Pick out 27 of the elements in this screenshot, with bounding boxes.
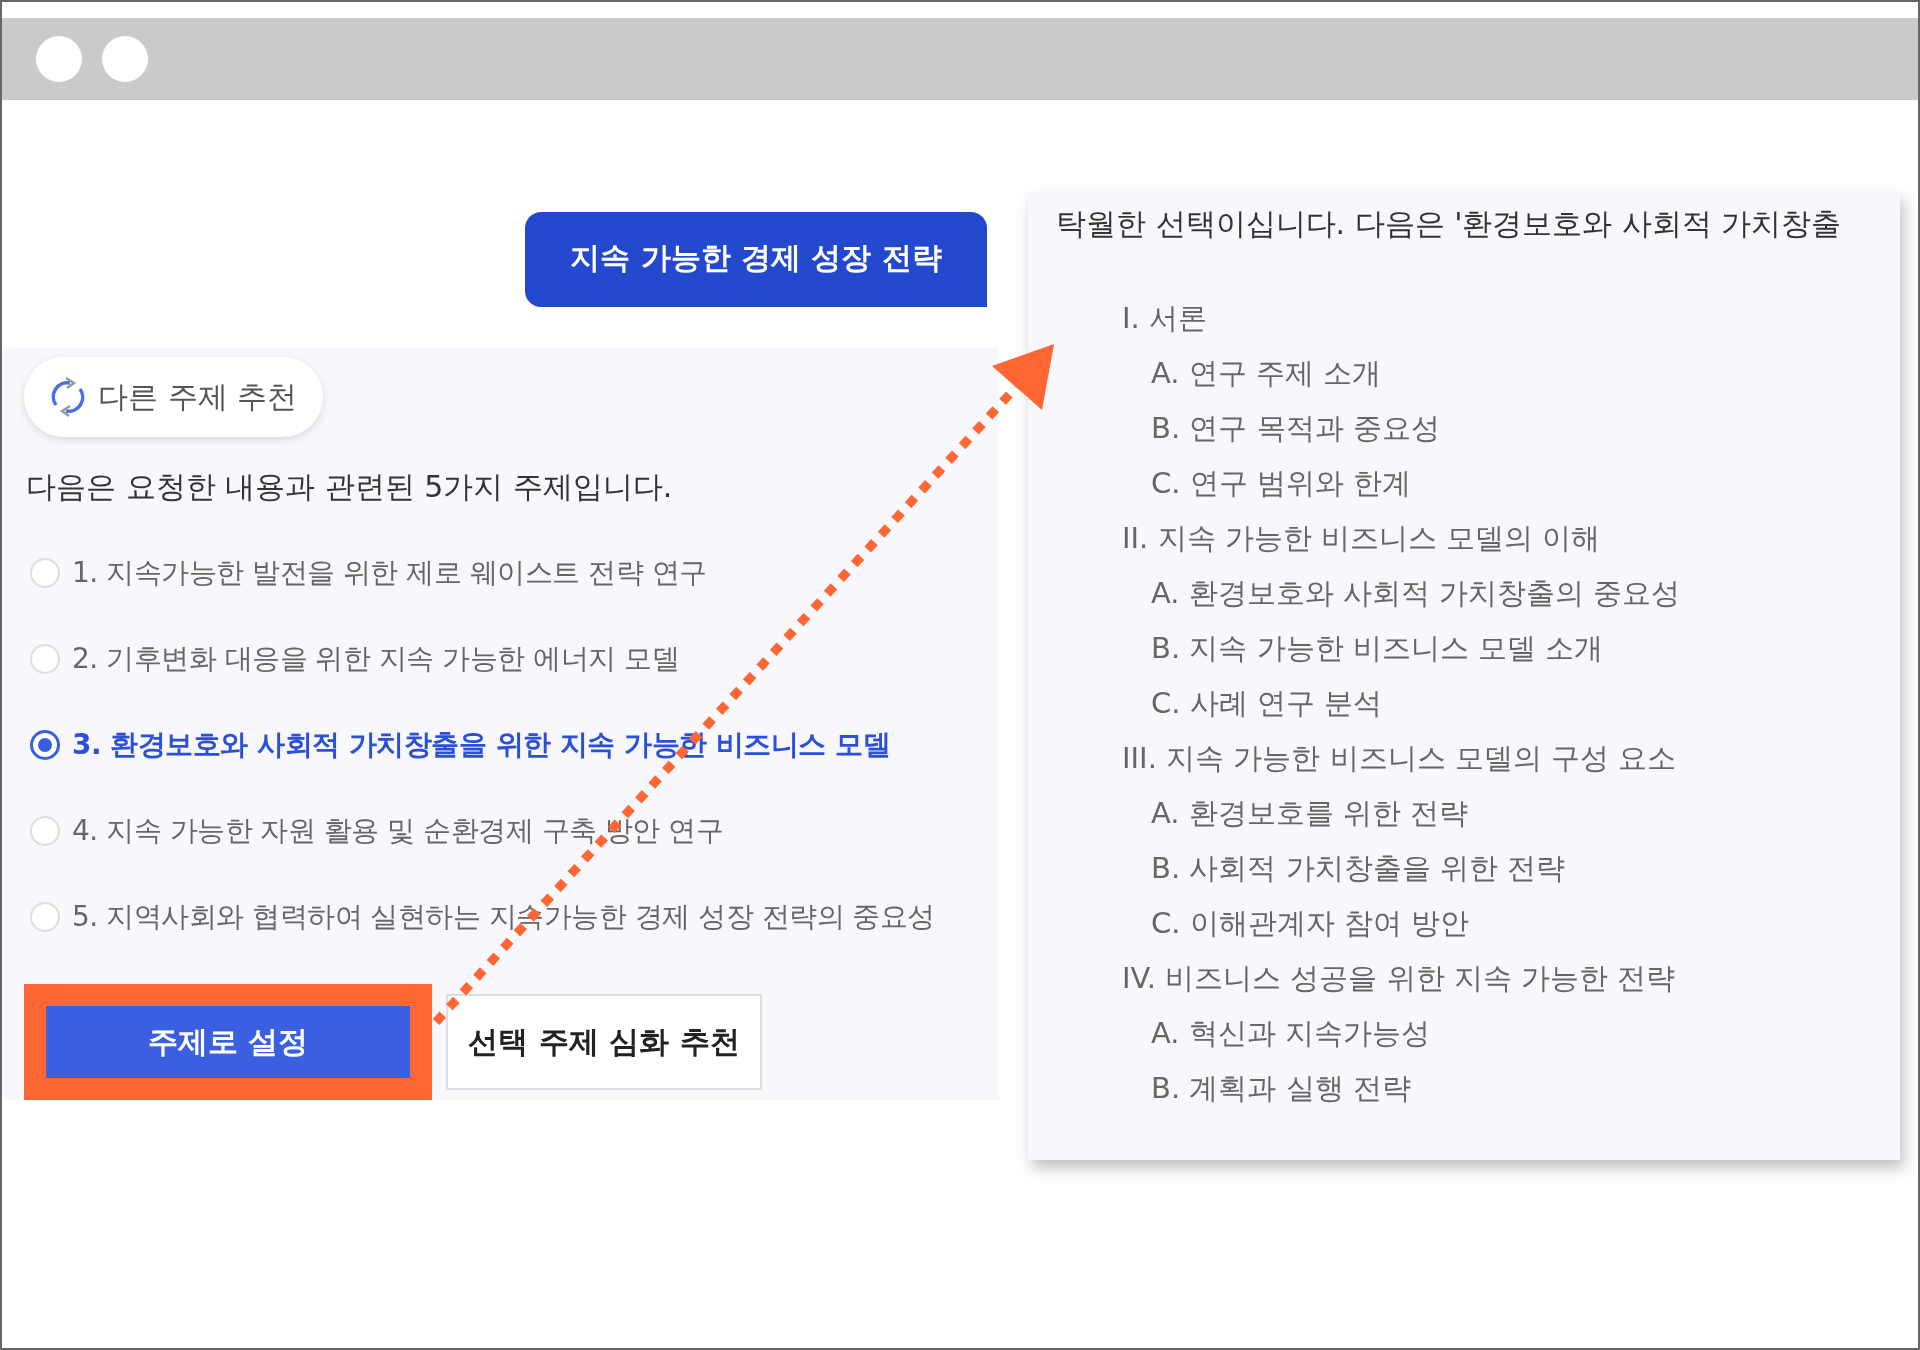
option-label[interactable]: 1. 지속가능한 발전을 위한 제로 웨이스트 전략 연구 [72,554,707,592]
intro-text: 다음은 요청한 내용과 관련된 5가지 주제입니다. [26,468,674,506]
outline-item: A. 환경보호와 사회적 가치창출의 중요성 [1150,575,1682,612]
option-label[interactable]: 4. 지속 가능한 자원 활용 및 순환경제 구축 방안 연구 [72,812,724,850]
outline-item: B. 계획과 실행 전략 [1150,1070,1412,1107]
outline-item: B. 사회적 가치창출을 위한 전략 [1150,850,1566,887]
recommend-button[interactable]: 선택 주제 심화 추천 [446,994,762,1090]
refresh-button[interactable]: 다른 주제 추천 [24,357,324,437]
outline-item: B. 연구 목적과 중요성 [1150,410,1441,447]
radio-button[interactable] [30,730,60,760]
outline-item: B. 지속 가능한 비즈니스 모델 소개 [1150,630,1605,667]
outline-item: A. 환경보호를 위한 전략 [1150,795,1470,832]
outline-item: C. 연구 범위와 한계 [1150,465,1413,502]
outline-heading: III. 지속 가능한 비즈니스 모델의 구성 요소 [1121,740,1678,777]
window-control-dot[interactable] [102,36,148,82]
outline-item: A. 혁신과 지속가능성 [1150,1015,1431,1052]
user-message-bubble: 지속 가능한 경제 성장 전략 [525,212,987,307]
response-text: 탁월한 선택이십니다. 다음은 '환경보호와 사회적 가치창출 [1056,205,1843,243]
outline-item: A. 연구 주제 소개 [1150,355,1383,392]
outline-item: C. 사례 연구 분석 [1150,685,1384,722]
outline-heading: II. 지속 가능한 비즈니스 모델의 이해 [1121,520,1602,557]
outline-heading: I. 서론 [1121,300,1208,337]
outline-heading: IV. 비즈니스 성공을 위한 지속 가능한 전략 [1121,960,1677,997]
window-control-dot[interactable] [36,36,82,82]
set-topic-button[interactable]: 주제로 설정 [46,1006,410,1078]
option-label[interactable]: 2. 기후변화 대응을 위한 지속 가능한 에너지 모델 [72,640,680,678]
outline-item: C. 이해관계자 참여 방안 [1150,905,1471,942]
